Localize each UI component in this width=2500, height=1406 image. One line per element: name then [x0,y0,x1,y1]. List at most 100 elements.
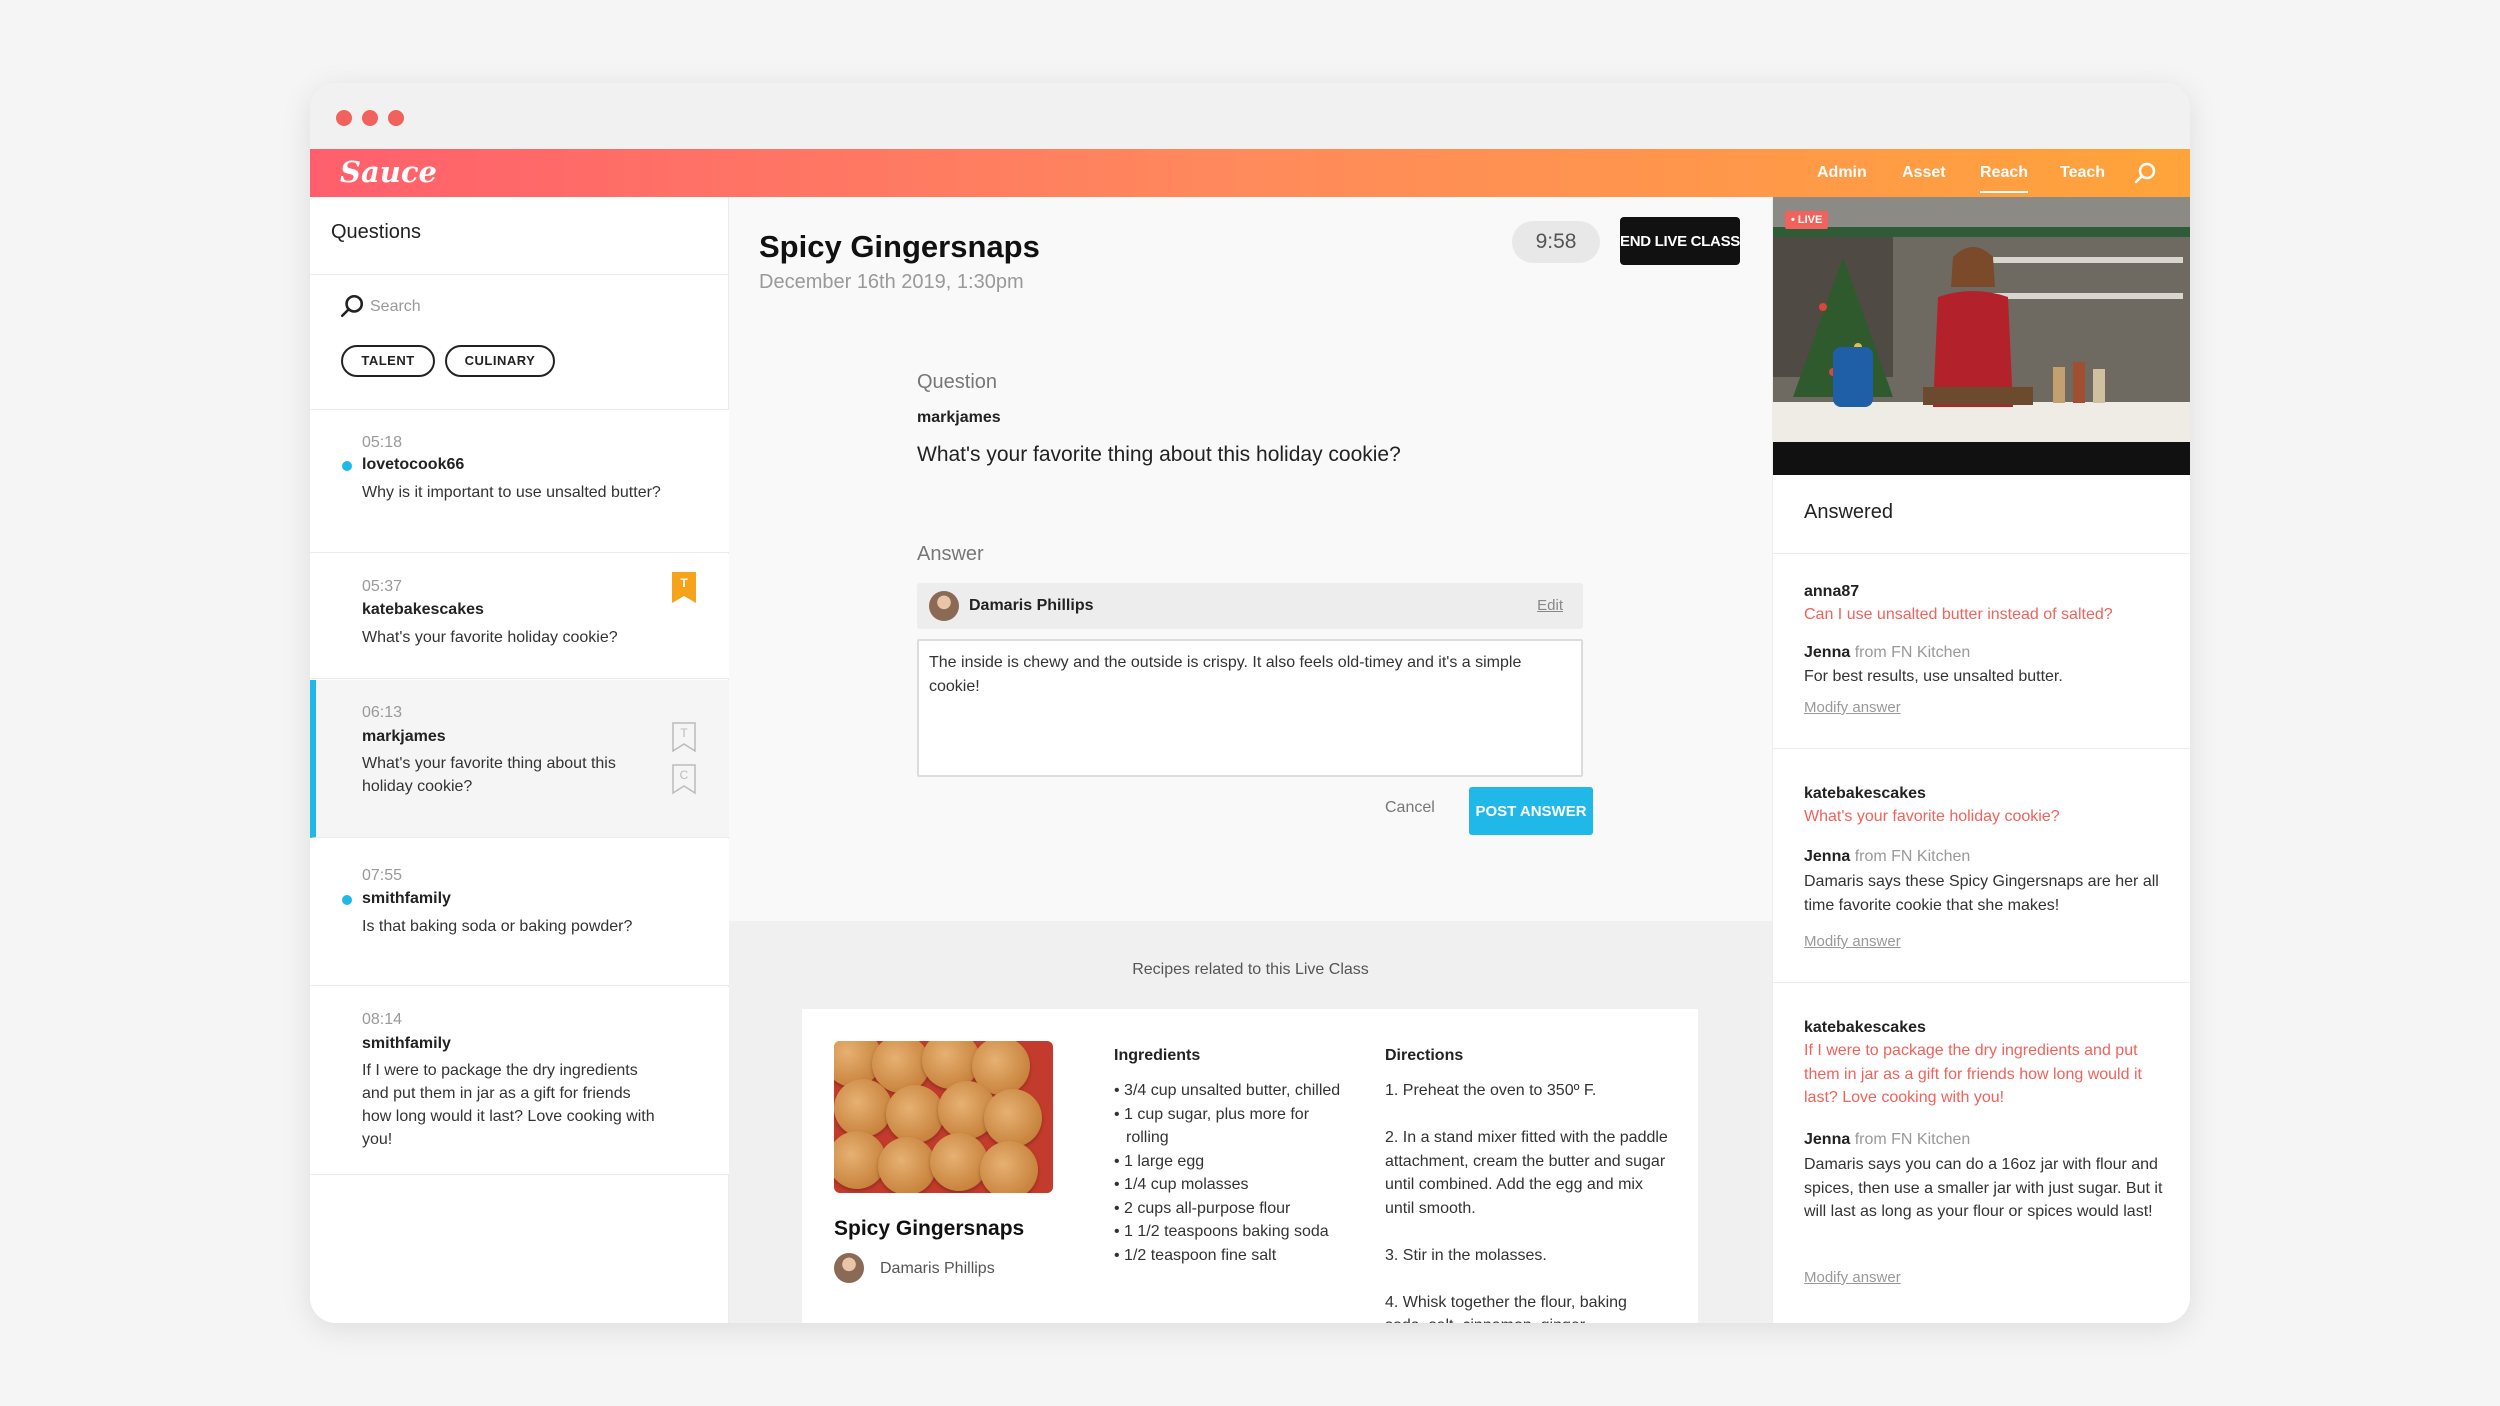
recipe-name[interactable]: Spicy Gingersnaps [834,1217,1024,1241]
filter-culinary-chip[interactable]: CULINARY [445,345,555,377]
class-title: Spicy Gingersnaps [759,229,1040,264]
filter-talent-chip[interactable]: TALENT [341,345,435,377]
divider [1773,748,2190,749]
answered-replier: Jenna from FN Kitchen [1804,644,1971,661]
questions-title: Questions [331,221,422,243]
answered-user: katebakescakes [1804,1019,1926,1036]
recipe-author: Damaris Phillips [880,1260,995,1277]
directions-list: 1. Preheat the oven to 350º F. 2. In a s… [1385,1079,1670,1323]
ingredient-item: • 3/4 cup unsalted butter, chilled [1114,1082,1341,1099]
question-user: smithfamily [362,1035,451,1052]
talent-tag-icon[interactable]: T [672,572,696,603]
modify-answer-link[interactable]: Modify answer [1804,1269,1901,1286]
tag-letter: T [680,576,688,590]
main-content: Spicy Gingersnaps December 16th 2019, 1:… [729,197,1772,1323]
culinary-tag-outline-icon[interactable]: C [672,764,696,795]
browser-window: Sauce Admin Asset Reach Teach Questions … [310,83,2190,1323]
nav-asset[interactable]: Asset [1902,149,1946,197]
ingredients-heading: Ingredients [1114,1047,1201,1064]
answered-question: Can I use unsalted butter instead of sal… [1804,606,2113,623]
answered-question: If I were to package the dry ingredients… [1804,1042,2142,1106]
answered-question: What's your favorite holiday cookie? [1804,808,2060,825]
question-time: 05:37 [362,578,403,595]
cancel-link[interactable]: Cancel [1385,799,1435,817]
live-video-frame [1773,197,2190,475]
question-item[interactable]: 05:37 katebakescakes What's your favorit… [310,554,729,679]
question-text: What's your favorite thing about this ho… [362,755,616,795]
talent-tag-outline-icon[interactable]: T [672,722,696,753]
end-live-class-button[interactable]: END LIVE CLASS [1620,217,1740,265]
close-window-dot[interactable] [336,110,352,126]
nav-reach[interactable]: Reach [1980,149,2029,197]
question-text: If I were to package the dry ingredients… [362,1062,655,1148]
ingredient-item: • 1/4 cup molasses [1114,1176,1249,1193]
direction-step: 3. Stir in the molasses. [1385,1246,1547,1264]
direction-step: 4. Whisk together the flour, baking soda… [1385,1293,1627,1324]
minimize-window-dot[interactable] [362,110,378,126]
recipe-card[interactable]: Spicy Gingersnaps Damaris Phillips Ingre… [802,1009,1698,1323]
post-answer-button[interactable]: POST ANSWER [1469,787,1593,835]
divider [1773,553,2190,554]
question-time: 08:14 [362,1011,403,1028]
answered-answer: Damaris says these Spicy Gingersnaps are… [1804,873,2159,914]
ingredient-item: • 2 cups all-purpose flour [1114,1199,1291,1217]
modify-answer-link[interactable]: Modify answer [1804,933,1901,950]
question-item[interactable]: 07:55 smithfamily Is that baking soda or… [310,839,729,986]
question-time: 07:55 [362,867,403,884]
direction-step: 1. Preheat the oven to 350º F. [1385,1082,1597,1099]
ingredients-list: • 3/4 cup unsalted butter, chilled • 1 c… [1114,1079,1344,1267]
question-time: 06:13 [362,704,403,721]
answer-textarea[interactable]: The inside is chewy and the outside is c… [917,639,1583,777]
divider [1773,982,2190,983]
maximize-window-dot[interactable] [388,110,404,126]
recipe-image[interactable] [834,1041,1053,1193]
nav-admin[interactable]: Admin [1817,149,1867,197]
avatar [929,591,959,621]
answered-answer: Damaris says you can do a 16oz jar with … [1804,1156,2163,1220]
question-item-selected[interactable]: 06:13 markjames What's your favorite thi… [310,680,729,838]
sauce-logo[interactable]: Sauce [340,155,437,189]
ingredient-item: • 1/2 teaspoon fine salt [1114,1246,1277,1264]
modify-answer-link[interactable]: Modify answer [1804,699,1901,716]
answered-user: anna87 [1804,583,1860,600]
answered-answer: For best results, use unsalted butter. [1804,668,2063,685]
class-timer: 9:58 [1512,221,1600,263]
question-asker: markjames [917,409,1001,426]
live-video-player[interactable]: • LIVE [1773,197,2190,475]
app-header: Sauce Admin Asset Reach Teach [310,149,2190,197]
questions-sidebar: Questions TALENT CULINARY 05:18 lovetoco… [310,197,729,1323]
direction-step: 2. In a stand mixer fitted with the padd… [1385,1129,1668,1217]
answered-user: katebakescakes [1804,785,1926,802]
question-item[interactable]: 08:14 smithfamily If I were to package t… [310,987,729,1175]
directions-heading: Directions [1385,1047,1464,1064]
answerer-name: Damaris Phillips [969,597,1094,614]
answered-panel: • LIVE Answered anna87 Can I use unsalte… [1772,197,2190,1323]
class-date: December 16th 2019, 1:30pm [759,271,1024,293]
search-icon [340,294,364,318]
question-user: markjames [362,728,446,745]
question-item[interactable]: 05:18 lovetocook66 Why is it important t… [310,410,729,553]
related-recipes-label: Recipes related to this Live Class [1132,961,1369,978]
answer-label: Answer [917,543,984,565]
tag-letter: T [680,726,688,740]
question-text: What's your favorite holiday cookie? [362,629,618,646]
nav-teach[interactable]: Teach [2060,149,2105,197]
unread-dot [342,461,352,471]
ingredient-item: • 1 1/2 teaspoons baking soda [1114,1223,1329,1240]
answered-title: Answered [1804,501,1893,523]
selected-question-text: What's your favorite thing about this ho… [917,443,1401,466]
question-time: 05:18 [362,434,403,451]
window-titlebar [310,83,2190,149]
divider [310,274,729,275]
question-search-input[interactable] [370,295,690,319]
related-recipes-section: Recipes related to this Live Class Spicy… [729,921,1772,1323]
tag-letter: C [680,768,689,782]
avatar [834,1253,864,1283]
edit-link[interactable]: Edit [1537,597,1563,614]
search-icon[interactable] [2133,161,2157,185]
question-user: katebakescakes [362,601,484,618]
live-badge: • LIVE [1785,211,1829,229]
answer-author-bar: Damaris Phillips Edit [917,583,1583,629]
question-text: Is that baking soda or baking powder? [362,918,633,935]
question-label: Question [917,371,998,393]
